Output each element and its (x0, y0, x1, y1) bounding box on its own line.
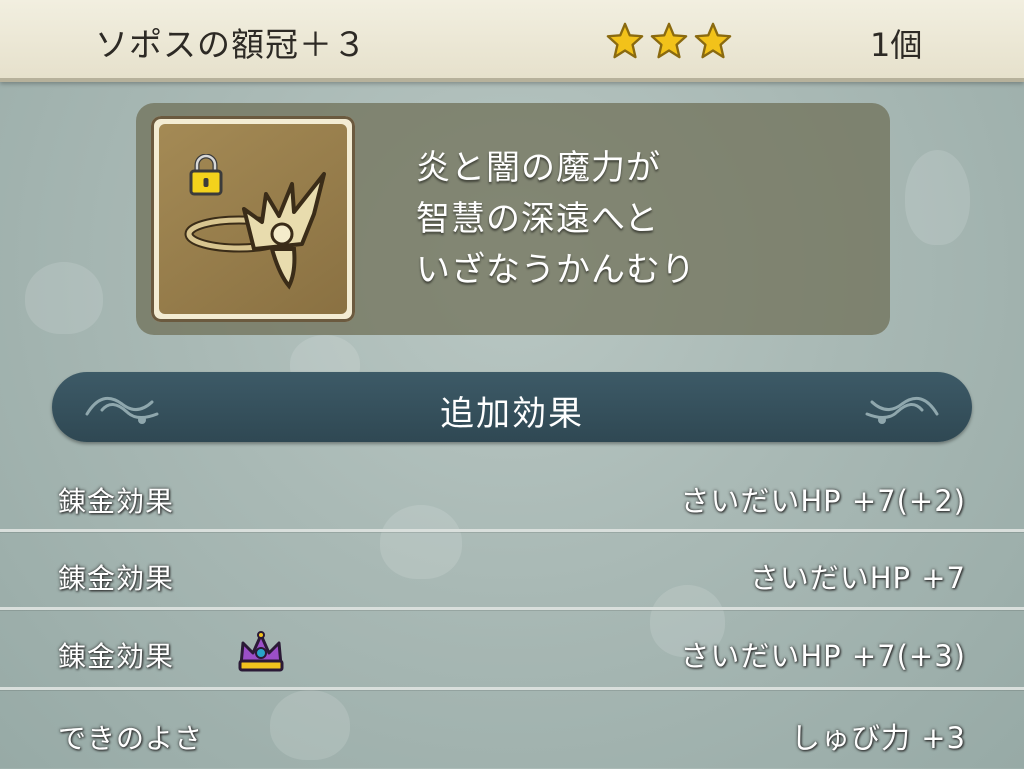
right-flourish-icon (865, 396, 939, 424)
effect-label: 錬金効果 (58, 485, 175, 518)
effects-section-banner: 追加効果 (52, 372, 972, 442)
effect-label: 錬金効果 (58, 640, 175, 673)
effect-row: できのよさ しゅび力 +3 (0, 693, 1024, 769)
effect-row: 錬金効果 さいだいHP +7(+2) (0, 458, 1024, 534)
description-line: 炎と闇の魔力が (416, 148, 661, 188)
effect-value: さいだいHP +7(+3) (680, 639, 966, 673)
item-name: ソポスの額冠＋３ (95, 25, 367, 64)
effect-value: しゅび力 +3 (791, 721, 966, 755)
star-icon (694, 22, 732, 59)
item-icon-background (159, 124, 347, 314)
background-slime-decoration (905, 150, 970, 245)
item-count: 1個 (870, 26, 923, 64)
effect-row: 錬金効果 さいだいHP +7(+3) (0, 613, 1024, 689)
crown-icon (238, 631, 284, 672)
effect-label: できのよさ (58, 722, 204, 755)
description-line: いざなうかんむり (416, 250, 696, 290)
row-divider (0, 687, 1024, 690)
item-icon-frame[interactable] (151, 116, 355, 322)
star-icon (606, 22, 644, 59)
section-title: 追加効果 (440, 394, 584, 434)
effect-value: さいだいHP +7(+2) (680, 484, 966, 518)
row-divider (0, 607, 1024, 610)
lock-icon (189, 154, 223, 196)
rarity-stars (606, 22, 732, 60)
effect-label: 錬金効果 (58, 562, 175, 595)
item-description: 炎と闇の魔力が 智慧の深遠へと いざなうかんむり (416, 143, 696, 296)
effect-row: 錬金効果 さいだいHP +7 (0, 535, 1024, 611)
row-divider (0, 529, 1024, 532)
background-slime-decoration (25, 262, 103, 334)
item-header: ソポスの額冠＋３ 1個 (0, 0, 1024, 82)
effect-value: さいだいHP +7 (749, 561, 966, 595)
description-line: 智慧の深遠へと (416, 199, 660, 239)
star-icon (650, 22, 688, 59)
